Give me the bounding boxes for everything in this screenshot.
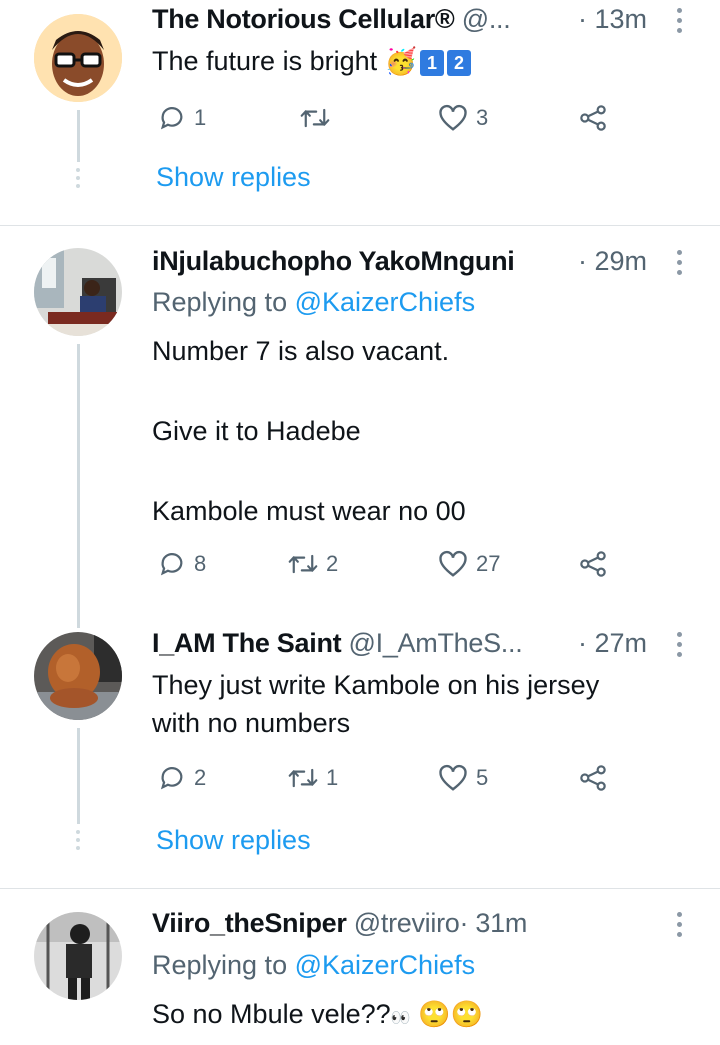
- divider: [0, 225, 720, 226]
- share-button[interactable]: [578, 764, 608, 792]
- tweet-time[interactable]: · 27m: [578, 628, 647, 659]
- eye-roll-emoji: 🙄: [418, 999, 451, 1029]
- reply-count: 2: [194, 765, 207, 790]
- divider: [0, 888, 720, 889]
- like-button[interactable]: 5: [438, 764, 488, 792]
- replying-to-handle[interactable]: @KaizerChiefs: [295, 287, 475, 317]
- avatar-injulabuchopho[interactable]: [34, 248, 122, 336]
- retweet-icon: [288, 554, 318, 574]
- thread-dots: [76, 830, 81, 854]
- show-replies-link[interactable]: Show replies: [156, 162, 311, 193]
- author-handle[interactable]: @treviiro: [354, 908, 460, 938]
- thread-line: [77, 728, 80, 824]
- tweet-text: So no Mbule vele??👀 🙄🙄: [152, 995, 483, 1038]
- thread-line: [77, 344, 80, 628]
- show-replies-link[interactable]: Show replies: [156, 825, 311, 856]
- tweet-line: So no Mbule vele??: [152, 999, 391, 1029]
- reply-button[interactable]: 1: [158, 104, 206, 132]
- tweet-line: Kambole must wear no 00: [152, 496, 466, 526]
- tweet-line: with no numbers: [152, 708, 351, 738]
- replying-to-label: Replying to: [152, 950, 288, 980]
- share-icon: [580, 551, 606, 577]
- like-count: 27: [476, 551, 501, 576]
- author-name-text[interactable]: Viiro_theSniper: [152, 908, 347, 938]
- like-button[interactable]: 27: [438, 550, 500, 578]
- author-name-text[interactable]: I_AM The Saint: [152, 628, 342, 658]
- like-icon: [439, 764, 467, 791]
- replying-to-handle[interactable]: @KaizerChiefs: [295, 950, 475, 980]
- more-icon[interactable]: [677, 8, 685, 38]
- tweet-line: Give it to Hadebe: [152, 416, 361, 446]
- reply-count: 1: [194, 105, 207, 130]
- reply-button[interactable]: 8: [158, 550, 206, 578]
- retweet-count: 2: [326, 551, 339, 576]
- share-icon: [580, 105, 606, 131]
- reply-icon: [160, 767, 183, 790]
- retweet-button[interactable]: 1: [288, 764, 338, 792]
- replying-to: Replying to @KaizerChiefs: [152, 950, 475, 981]
- eye-roll-emoji: 🙄: [450, 999, 483, 1029]
- tweet-time[interactable]: · 13m: [578, 4, 647, 35]
- tweet-time[interactable]: · 29m: [578, 246, 647, 277]
- eyes-emoji: 👀: [390, 1010, 411, 1027]
- party-emoji: 🥳: [384, 46, 418, 76]
- share-button[interactable]: [578, 550, 608, 578]
- reply-icon: [160, 553, 183, 576]
- retweet-button[interactable]: 2: [288, 550, 338, 578]
- author-name[interactable]: I_AM The Saint @I_AmTheS...: [152, 628, 523, 659]
- share-button[interactable]: [578, 104, 608, 132]
- tweet-line: Number 7 is also vacant.: [152, 336, 450, 366]
- author-name[interactable]: iNjulabuchopho YakoMnguni: [152, 246, 515, 277]
- replying-to: Replying to @KaizerChiefs: [152, 287, 475, 318]
- like-count: 5: [476, 765, 489, 790]
- like-button[interactable]: 3: [438, 104, 488, 132]
- tweet-actions: 8 2 27: [152, 546, 632, 586]
- tweet-line: They just write Kambole on his jersey: [152, 670, 600, 700]
- thread-dots: [76, 168, 81, 192]
- like-count: 3: [476, 105, 489, 130]
- keycap-2-emoji: 2: [447, 49, 472, 76]
- retweet-button[interactable]: [300, 104, 338, 132]
- retweet-count: 1: [326, 765, 339, 790]
- like-icon: [439, 550, 467, 577]
- tweet-time[interactable]: · 31m: [460, 908, 528, 938]
- retweet-icon: [288, 768, 318, 788]
- author-handle[interactable]: @I_AmTheS...: [349, 628, 523, 658]
- tweet-actions: 2 1 5: [152, 760, 632, 800]
- reply-icon: [160, 107, 183, 130]
- author-name-text[interactable]: iNjulabuchopho YakoMnguni: [152, 246, 515, 276]
- author-name[interactable]: Viiro_theSniper @treviiro· 31m: [152, 908, 527, 939]
- tweet-actions: 1 3: [152, 100, 632, 140]
- author-name-text[interactable]: The Notorious Cellular®: [152, 4, 455, 34]
- share-icon: [580, 765, 606, 791]
- more-icon[interactable]: [677, 912, 685, 942]
- like-icon: [439, 104, 467, 131]
- tweet-line: The future is bright: [152, 46, 378, 76]
- retweet-icon: [300, 108, 330, 128]
- reply-count: 8: [194, 551, 207, 576]
- avatar-notorious[interactable]: [34, 14, 122, 102]
- tweet-text: The future is bright 🥳 1 2: [152, 42, 472, 80]
- more-icon[interactable]: [677, 250, 685, 280]
- reply-button[interactable]: 2: [158, 764, 206, 792]
- author-name[interactable]: The Notorious Cellular® @...: [152, 4, 511, 35]
- more-icon[interactable]: [677, 632, 685, 662]
- avatar-the-saint[interactable]: [34, 632, 122, 720]
- keycap-1-emoji: 1: [420, 49, 445, 76]
- author-handle[interactable]: @...: [462, 4, 511, 34]
- avatar-viiro[interactable]: [34, 912, 122, 1000]
- replying-to-label: Replying to: [152, 287, 288, 317]
- thread-line: [77, 110, 80, 162]
